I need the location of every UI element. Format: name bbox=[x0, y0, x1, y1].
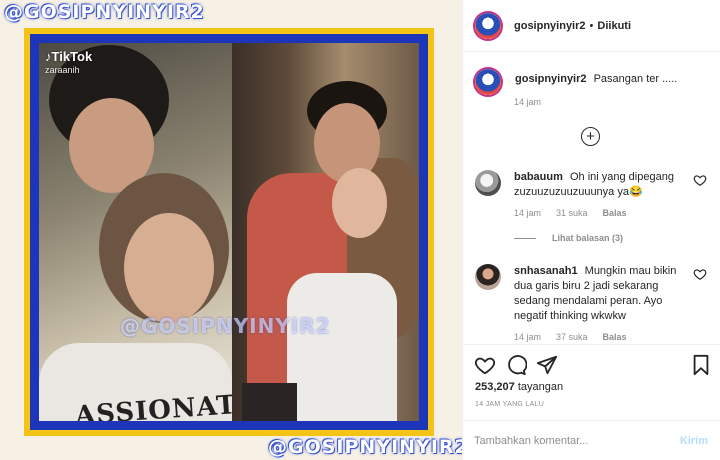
comment-time: 14 jam bbox=[514, 208, 542, 218]
comment-body: snhasanah1 Mungkin mau bikin dua garis b… bbox=[514, 264, 694, 345]
person-face bbox=[332, 168, 387, 238]
following-button[interactable]: Diikuti bbox=[597, 20, 631, 32]
separator-dot: • bbox=[589, 19, 594, 32]
replies-divider bbox=[514, 237, 536, 239]
person-legs bbox=[242, 383, 297, 421]
views-number: 253,207 bbox=[475, 381, 515, 393]
post-timestamp: 14 JAM YANG LALU bbox=[475, 401, 545, 408]
reply-button[interactable]: Balas bbox=[603, 330, 627, 345]
avatar-image bbox=[475, 12, 501, 39]
heart-icon[interactable] bbox=[474, 354, 496, 376]
view-replies-button[interactable]: Lihat balasan (3) bbox=[514, 233, 623, 243]
commenter-avatar[interactable] bbox=[475, 264, 501, 290]
watermark-middle: @GOSIPNYINYIR2 bbox=[120, 314, 331, 338]
post-media[interactable]: ASSIONATE ♪TikTok zaraanih @GOSIPNYINYIR… bbox=[0, 0, 462, 460]
load-more-comments-button[interactable]: + bbox=[581, 127, 600, 146]
comment-like-heart-icon[interactable] bbox=[693, 173, 707, 187]
photo-left: ASSIONATE ♪TikTok zaraanih bbox=[39, 43, 232, 421]
comment-time: 14 jam bbox=[514, 332, 542, 342]
photo-collage: ASSIONATE ♪TikTok zaraanih bbox=[39, 43, 419, 421]
comment-input[interactable] bbox=[474, 434, 680, 447]
post-comment-button[interactable]: Kirim bbox=[680, 435, 708, 447]
view-replies-label: Lihat balasan (3) bbox=[552, 233, 624, 243]
avatar[interactable] bbox=[473, 67, 503, 97]
tiktok-username: zaraanih bbox=[45, 65, 80, 75]
add-comment-bar: Kirim bbox=[462, 420, 720, 460]
comment-likes[interactable]: 31 suka bbox=[556, 206, 588, 221]
photo-right bbox=[232, 43, 419, 421]
caption-time: 14 jam bbox=[514, 97, 542, 107]
comment-like-heart-icon[interactable] bbox=[693, 267, 707, 281]
commenter-avatar[interactable] bbox=[475, 170, 501, 196]
yellow-frame: ASSIONATE ♪TikTok zaraanih bbox=[24, 28, 434, 436]
person-face bbox=[124, 213, 214, 323]
caption-username[interactable]: gosipnyinyir2 bbox=[515, 73, 587, 85]
tiktok-logo: ♪TikTok bbox=[45, 49, 93, 64]
comment-item: snhasanah1 Mungkin mau bikin dua garis b… bbox=[475, 264, 713, 345]
avatar-image bbox=[475, 69, 501, 95]
header-username[interactable]: gosipnyinyir2 bbox=[514, 20, 586, 32]
person-body bbox=[287, 273, 397, 421]
post-header: gosipnyinyir2 • Diikuti bbox=[463, 0, 720, 52]
comment-icon[interactable] bbox=[505, 354, 527, 376]
bookmark-icon[interactable] bbox=[690, 354, 712, 376]
comment-meta: 14 jam 31 suka Balas bbox=[514, 206, 694, 221]
comment-username[interactable]: babauum bbox=[514, 171, 563, 183]
share-icon[interactable] bbox=[536, 354, 558, 376]
comment-body: babauum Oh ini yang dipegang zuzuuzuzuuz… bbox=[514, 170, 694, 221]
watermark-bottom: @GOSIPNYINYIR2 bbox=[268, 436, 462, 458]
caption-body: gosipnyinyir2 Pasangan ter ..... bbox=[515, 67, 677, 97]
watermark-top: @GOSIPNYINYIR2 bbox=[4, 1, 205, 23]
blue-frame: ASSIONATE ♪TikTok zaraanih bbox=[30, 34, 428, 430]
caption: gosipnyinyir2 Pasangan ter ..... bbox=[473, 67, 713, 97]
reply-button[interactable]: Balas bbox=[603, 206, 627, 221]
views-label: tayangan bbox=[517, 381, 564, 393]
comment-item: babauum Oh ini yang dipegang zuzuuzuzuuz… bbox=[475, 170, 713, 221]
comment-likes[interactable]: 37 suka bbox=[556, 330, 588, 345]
plus-circle-icon: + bbox=[586, 128, 595, 145]
comment-meta: 14 jam 37 suka Balas bbox=[514, 330, 694, 345]
caption-text: Pasangan ter ..... bbox=[593, 73, 678, 85]
comment-username[interactable]: snhasanah1 bbox=[514, 265, 578, 277]
view-count[interactable]: 253,207 tayangan bbox=[475, 381, 563, 393]
avatar[interactable] bbox=[473, 10, 503, 41]
